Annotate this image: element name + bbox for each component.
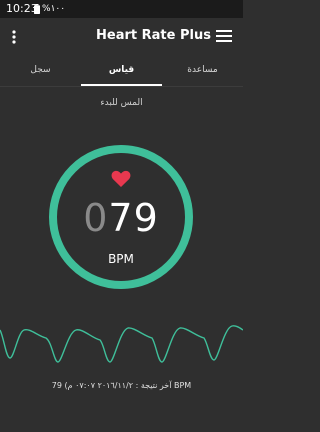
bpm-readout: 079	[61, 196, 181, 240]
bpm-unit-label: BPM	[108, 252, 134, 266]
app-title: Heart Rate Plus	[96, 28, 211, 43]
bottom-area	[0, 418, 243, 432]
more-vert-icon[interactable]	[8, 28, 20, 46]
touch-to-start-label: المس للبدء	[100, 98, 143, 108]
hamburger-menu-icon[interactable]	[216, 29, 232, 43]
last-result-label: آخر نتيجة : ٢٠١٦/١١/٢ ٠٧:٠٧ م) 79 BPM	[51, 381, 192, 390]
heart-icon	[111, 170, 131, 187]
battery-full-icon	[34, 4, 40, 14]
tab-bar: سجل قياس مساعدة	[0, 56, 243, 87]
bpm-leading-digit: 0	[83, 196, 109, 240]
app-bar: Heart Rate Plus	[0, 18, 243, 56]
heart-rate-screen: 10:23 %١٠٠ Heart Rate Plus سجل قياس مساع…	[0, 0, 243, 432]
tab-history[interactable]: سجل	[0, 56, 81, 86]
status-time: 10:23	[6, 2, 38, 15]
active-tab-indicator	[81, 84, 162, 86]
status-bar: 10:23 %١٠٠	[0, 0, 243, 18]
bpm-value: 79	[108, 196, 159, 240]
tab-measure[interactable]: قياس	[81, 56, 162, 86]
tab-help[interactable]: مساعدة	[162, 56, 243, 86]
battery-percentage: %١٠٠	[42, 4, 66, 14]
pulse-waveform	[0, 325, 243, 363]
